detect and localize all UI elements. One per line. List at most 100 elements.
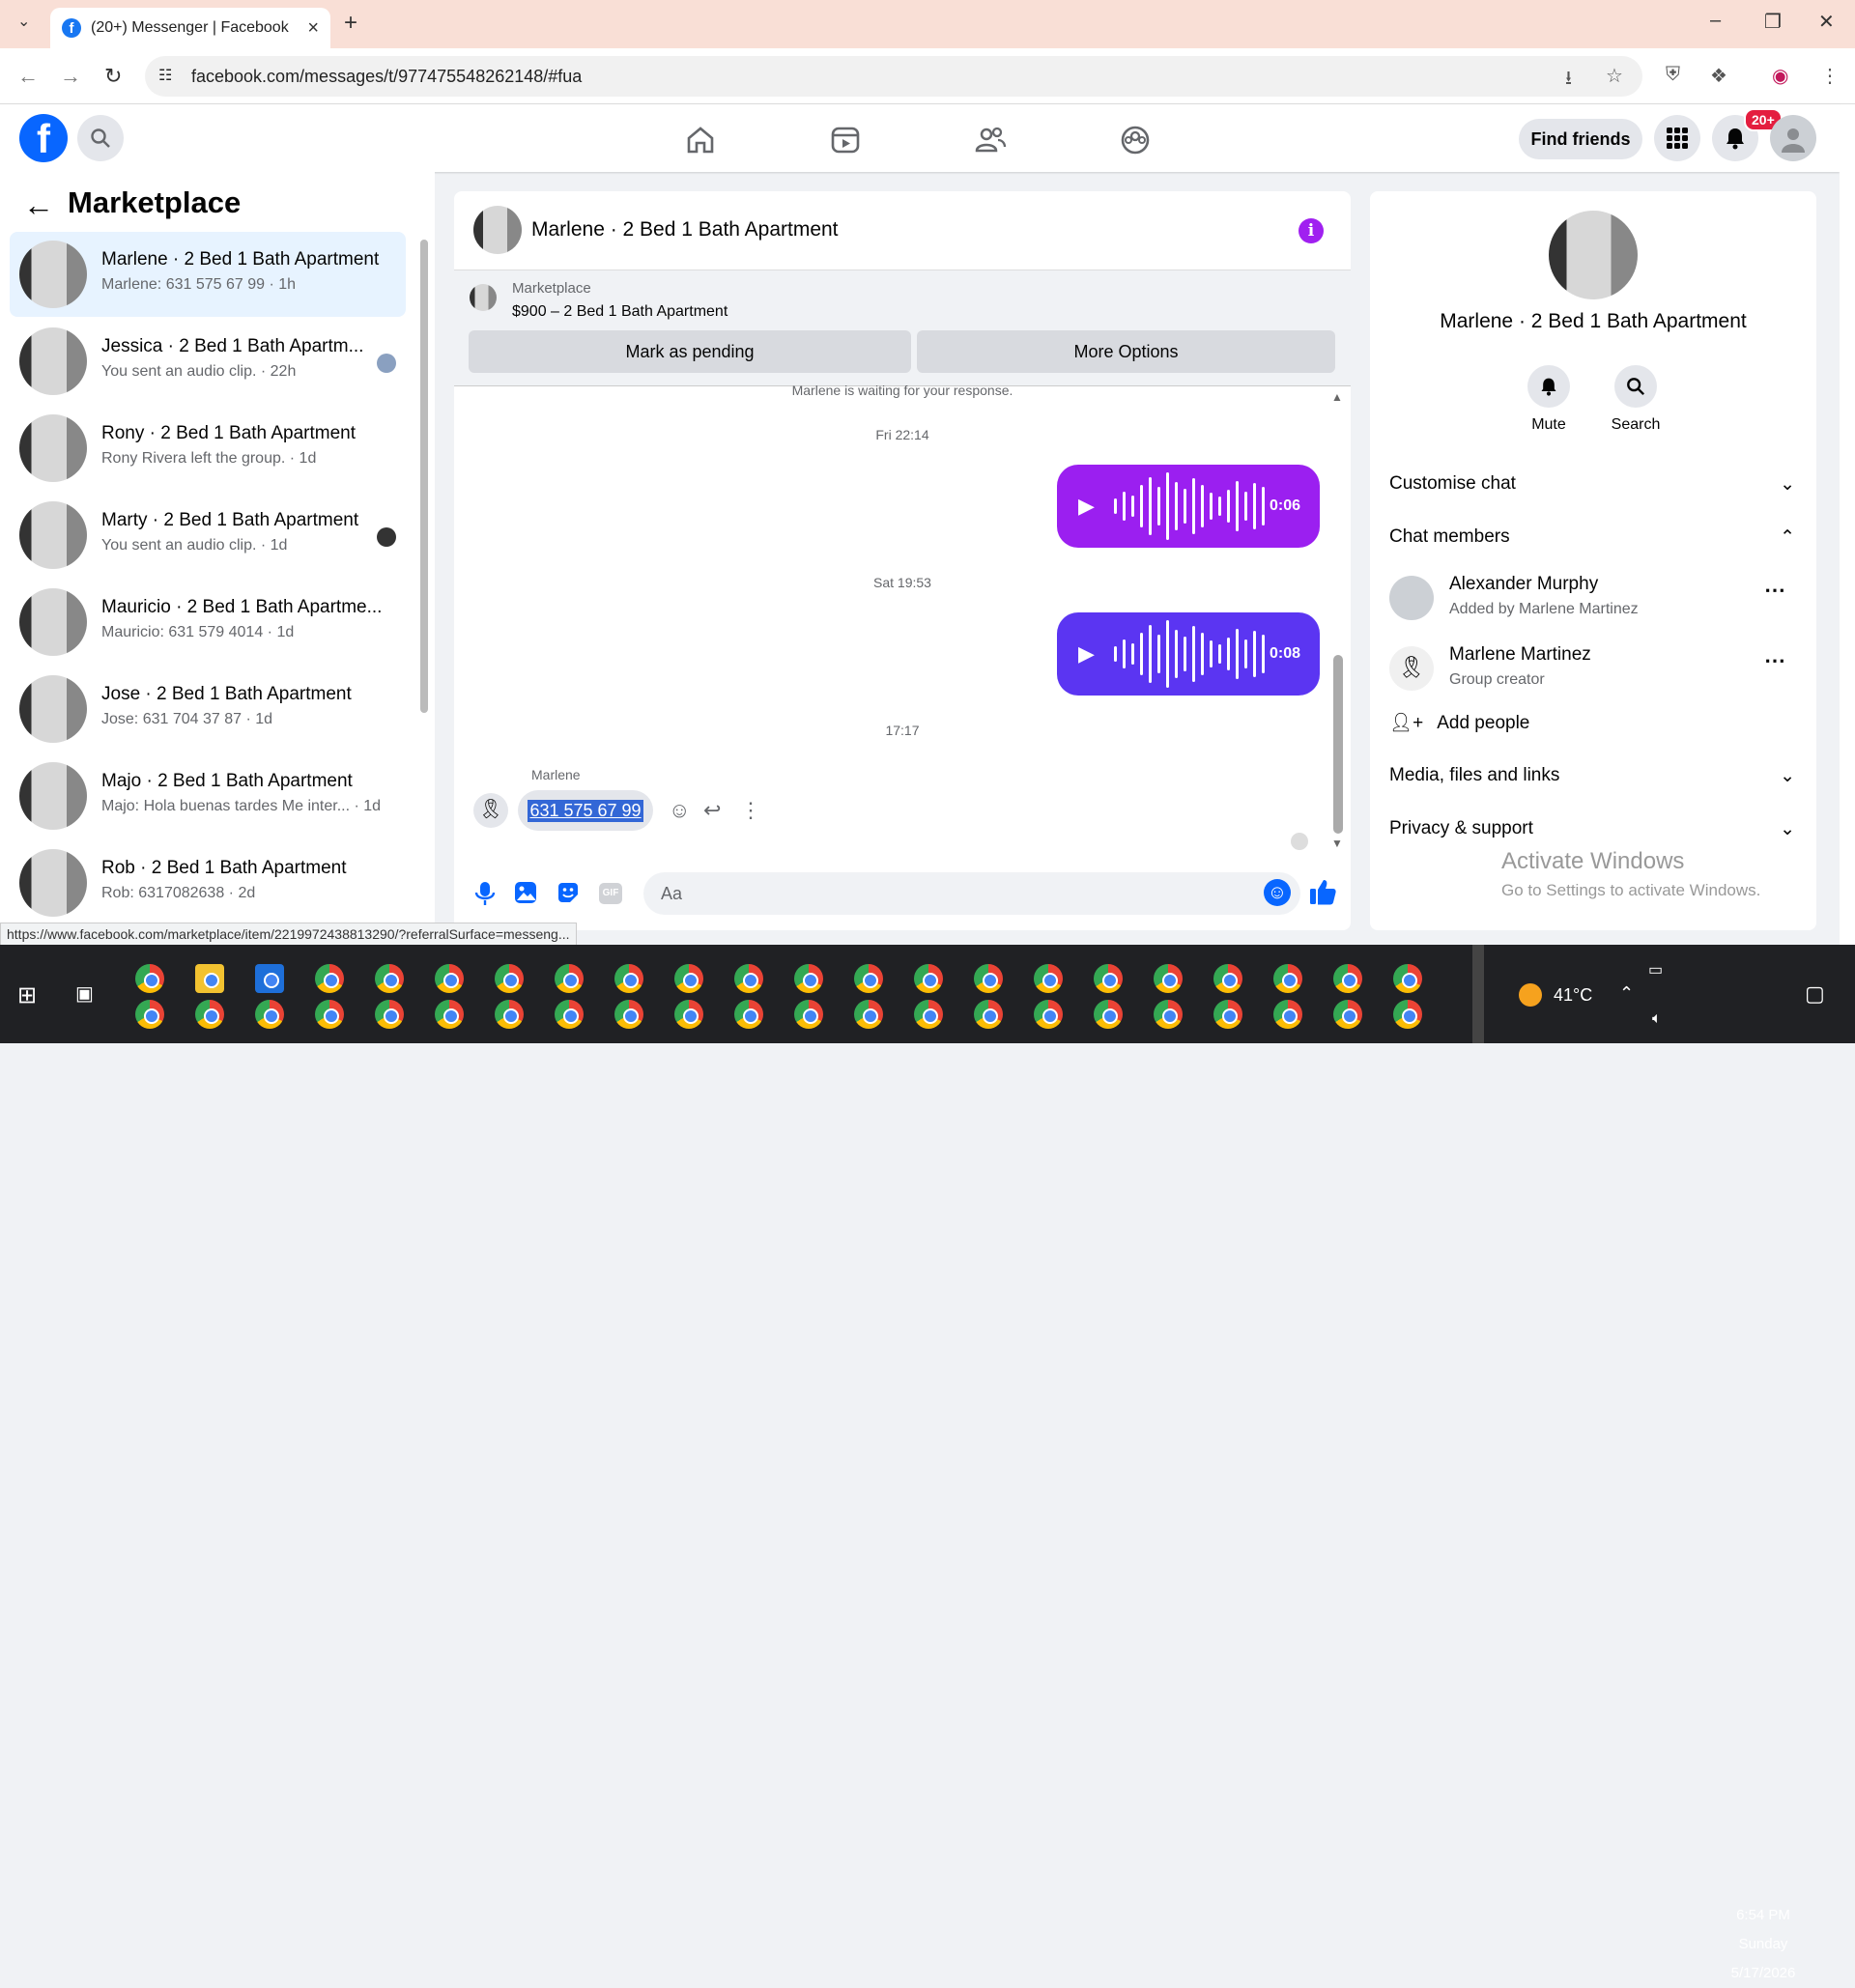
audio-message[interactable]: ▶ 0:08 <box>1057 612 1320 696</box>
extension-shield-icon[interactable]: ⛨ <box>1666 64 1680 86</box>
message-text[interactable]: 631 575 67 99 <box>528 799 643 822</box>
scroll-up-arrow-icon[interactable]: ▲ <box>1331 390 1343 404</box>
tab-list-chevron-icon[interactable]: ⌄ <box>17 12 30 31</box>
volume-icon[interactable]: 🔈︎ <box>1652 1010 1662 1028</box>
play-icon[interactable]: ▶ <box>1078 641 1095 667</box>
taskbar-chrome-icon[interactable] <box>1034 964 1063 993</box>
chat-scrollbar[interactable] <box>1333 655 1343 834</box>
back-icon[interactable]: ← <box>17 64 39 89</box>
microphone-icon[interactable] <box>473 881 497 906</box>
taskbar-chrome-icon[interactable] <box>1393 964 1422 993</box>
taskbar-chrome-icon[interactable] <box>1213 964 1242 993</box>
task-view-icon[interactable]: ▣ <box>75 981 94 1006</box>
more-options-icon[interactable]: ⋯ <box>1764 648 1785 673</box>
audio-waveform[interactable] <box>1113 620 1265 688</box>
taskbar-chrome-icon[interactable] <box>734 1000 763 1029</box>
listing-title[interactable]: $900 – 2 Bed 1 Bath Apartment <box>512 303 728 321</box>
facebook-logo-icon[interactable]: f <box>19 114 68 162</box>
taskbar-chrome-icon[interactable] <box>1213 1000 1242 1029</box>
taskbar-chrome-icon[interactable] <box>255 1000 284 1029</box>
network-icon[interactable]: ▭ <box>1648 960 1663 980</box>
page-scrollbar[interactable] <box>1840 104 1855 945</box>
taskbar-clock[interactable]: 6:54 PM Sunday 5/17/2026 <box>1700 1901 1826 1988</box>
taskbar-chrome-icon[interactable] <box>674 964 703 993</box>
emoji-icon[interactable]: ☺ <box>1264 879 1291 906</box>
incoming-message-bubble[interactable]: 631 575 67 99 <box>518 790 653 831</box>
groups-icon[interactable] <box>1119 124 1152 156</box>
forward-icon[interactable]: → <box>60 64 81 89</box>
taskbar-chrome-icon[interactable] <box>315 1000 344 1029</box>
home-icon[interactable] <box>684 124 717 156</box>
tray-chevron-icon[interactable]: ⌃ <box>1619 983 1634 1004</box>
taskbar-chrome-icon[interactable] <box>375 1000 404 1029</box>
media-files-section[interactable]: Media, files and links ⌄ <box>1389 765 1795 787</box>
member-row[interactable]: 🎗 Marlene Martinez Group creator ⋯ <box>1389 640 1795 698</box>
taskbar-chrome-icon[interactable] <box>614 964 643 993</box>
extensions-puzzle-icon[interactable]: ❖ <box>1710 64 1727 88</box>
taskbar-chrome-icon[interactable] <box>555 964 584 993</box>
taskbar-chrome-icon[interactable] <box>1273 964 1302 993</box>
friends-icon[interactable] <box>974 124 1007 156</box>
taskbar-chrome-icon[interactable] <box>495 1000 524 1029</box>
taskbar-chrome-icon[interactable] <box>794 964 823 993</box>
close-window-icon[interactable]: ✕ <box>1818 10 1835 34</box>
conversation-item[interactable]: Rony · 2 Bed 1 Bath Apartment Rony River… <box>10 406 406 491</box>
notification-center-icon[interactable]: ▢ <box>1805 981 1825 1007</box>
more-options-icon[interactable]: ⋯ <box>1764 578 1785 603</box>
mark-as-pending-button[interactable]: Mark as pending <box>469 330 911 373</box>
mute-button[interactable] <box>1527 365 1570 408</box>
taskbar-chrome-icon[interactable] <box>435 1000 464 1029</box>
taskbar-chrome-icon[interactable] <box>195 1000 224 1029</box>
find-friends-button[interactable]: Find friends <box>1519 119 1642 159</box>
taskbar-chrome-icon[interactable] <box>1154 964 1183 993</box>
taskbar-scroll[interactable] <box>1472 945 1484 1043</box>
taskbar-chrome-icon[interactable] <box>794 1000 823 1029</box>
conversation-item[interactable]: Jessica · 2 Bed 1 Bath Apartm... You sen… <box>10 319 406 404</box>
taskbar-chrome-icon[interactable] <box>614 1000 643 1029</box>
taskbar-chrome-icon[interactable] <box>1273 1000 1302 1029</box>
gif-icon[interactable]: GIF <box>599 883 622 904</box>
install-app-icon[interactable]: ⭳ <box>1565 64 1572 97</box>
close-tab-icon[interactable]: × <box>307 17 319 40</box>
search-button[interactable] <box>77 115 124 161</box>
taskbar-chrome-icon[interactable] <box>914 964 943 993</box>
taskbar-chrome-icon[interactable] <box>974 1000 1003 1029</box>
audio-waveform[interactable] <box>1113 472 1265 540</box>
more-options-button[interactable]: More Options <box>917 330 1335 373</box>
bookmark-star-icon[interactable]: ☆ <box>1606 64 1623 88</box>
taskbar-chrome-icon[interactable] <box>555 1000 584 1029</box>
customise-chat-section[interactable]: Customise chat ⌄ <box>1389 473 1795 496</box>
reply-icon[interactable]: ↩ <box>703 798 721 823</box>
video-icon[interactable] <box>829 124 862 156</box>
chat-members-section[interactable]: Chat members ⌃ <box>1389 526 1795 549</box>
site-info-icon[interactable]: ☷ <box>158 66 172 85</box>
app-icon[interactable] <box>255 964 284 993</box>
taskbar-chrome-icon[interactable] <box>674 1000 703 1029</box>
weather-temp[interactable]: 41°C <box>1554 985 1592 1006</box>
sidebar-scrollbar[interactable] <box>420 240 428 713</box>
conversation-item[interactable]: Rob · 2 Bed 1 Bath Apartment Rob: 631708… <box>10 840 406 925</box>
taskbar-chrome-icon[interactable] <box>135 964 164 993</box>
reload-icon[interactable]: ↻ <box>104 64 122 89</box>
member-row[interactable]: Alexander Murphy Added by Marlene Martin… <box>1389 570 1795 628</box>
more-actions-icon[interactable]: ⋮ <box>740 798 761 823</box>
audio-message[interactable]: ▶ 0:06 <box>1057 465 1320 548</box>
taskbar-chrome-icon[interactable] <box>135 1000 164 1029</box>
sender-avatar[interactable]: 🎗 <box>473 793 508 828</box>
taskbar-chrome-icon[interactable] <box>854 964 883 993</box>
privacy-support-section[interactable]: Privacy & support ⌄ <box>1389 818 1795 840</box>
conversation-item[interactable]: Marlene · 2 Bed 1 Bath Apartment Marlene… <box>10 232 406 317</box>
taskbar-chrome-icon[interactable] <box>315 964 344 993</box>
conversation-item[interactable]: Majo · 2 Bed 1 Bath Apartment Majo: Hola… <box>10 753 406 838</box>
conversation-item[interactable]: Jose · 2 Bed 1 Bath Apartment Jose: 631 … <box>10 667 406 752</box>
details-avatar[interactable] <box>1549 211 1638 299</box>
chat-title[interactable]: Marlene · 2 Bed 1 Bath Apartment <box>531 218 839 241</box>
windows-start-icon[interactable]: ⊞ <box>17 981 37 1009</box>
taskbar-chrome-icon[interactable] <box>1034 1000 1063 1029</box>
taskbar-chrome-icon[interactable] <box>1393 1000 1422 1029</box>
play-icon[interactable]: ▶ <box>1078 494 1095 519</box>
taskbar-chrome-icon[interactable] <box>734 964 763 993</box>
url-input[interactable]: ☷ facebook.com/messages/t/97747554826214… <box>145 56 1642 97</box>
taskbar-chrome-icon[interactable] <box>375 964 404 993</box>
photo-icon[interactable] <box>514 881 537 904</box>
